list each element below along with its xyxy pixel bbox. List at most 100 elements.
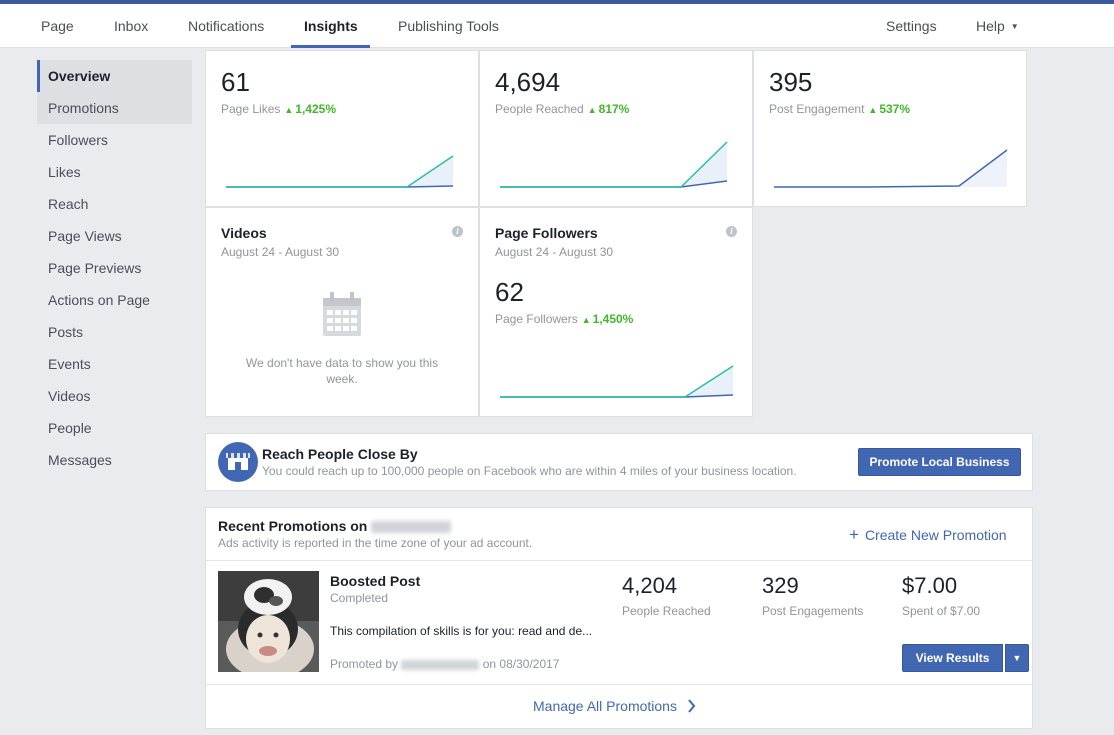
view-results-button[interactable]: View Results bbox=[902, 644, 1003, 672]
recent-promotions-card: Recent Promotions on Ads activity is rep… bbox=[205, 507, 1033, 729]
post-engagement-change-value: 537% bbox=[879, 102, 911, 116]
top-navigation: Page Inbox Notifications Insights Publis… bbox=[0, 4, 1114, 48]
redacted-page-name bbox=[371, 521, 452, 534]
trend-up-icon: ▲ bbox=[868, 105, 878, 115]
stat-post-engagements-label: Post Engagements bbox=[762, 604, 864, 618]
nav-insights[interactable]: Insights bbox=[304, 4, 358, 48]
page-followers-change: ▲ 1,450% bbox=[578, 312, 634, 326]
no-data-message-line1: We don't have data to show you this bbox=[245, 356, 439, 370]
post-type[interactable]: Boosted Post bbox=[330, 573, 420, 589]
redacted-promoter-name bbox=[401, 659, 480, 670]
post-engagement-label-text: Post Engagement bbox=[769, 102, 865, 116]
people-reached-label-text: People Reached bbox=[495, 102, 584, 116]
sidebar-item-reach[interactable]: Reach bbox=[37, 188, 192, 220]
plus-icon: + bbox=[849, 525, 859, 544]
nav-help-label: Help bbox=[976, 18, 1005, 34]
nav-help[interactable]: Help ▼ bbox=[976, 4, 1019, 48]
promotion-status: Completed bbox=[330, 591, 389, 605]
caret-down-icon: ▼ bbox=[1010, 22, 1019, 31]
page-likes-change: ▲ 1,425% bbox=[280, 102, 336, 116]
videos-date-range: August 24 - August 30 bbox=[221, 245, 340, 259]
people-reached-change: ▲ 817% bbox=[584, 102, 630, 116]
calendar-icon bbox=[323, 292, 361, 336]
recent-promotions-title: Recent Promotions on bbox=[218, 518, 368, 534]
stat-post-engagements-value: 329 bbox=[762, 573, 799, 598]
insights-sidebar: Overview Promotions Followers Likes Reac… bbox=[37, 60, 192, 476]
page-followers-title: Page Followers bbox=[495, 225, 598, 241]
promoted-date: on 08/30/2017 bbox=[482, 657, 560, 671]
post-engagement-value: 395 bbox=[769, 67, 813, 97]
sidebar-item-events[interactable]: Events bbox=[37, 348, 192, 380]
page-followers-label-text: Page Followers bbox=[495, 312, 578, 326]
divider bbox=[206, 560, 1032, 561]
sidebar-item-posts[interactable]: Posts bbox=[37, 316, 192, 348]
people-reached-card[interactable]: 4,694 People Reached ▲ 817% bbox=[479, 50, 753, 207]
post-engagement-label: Post Engagement ▲ 537% bbox=[769, 102, 910, 116]
promoted-by-label: Promoted by bbox=[330, 657, 399, 671]
manage-all-promotions-label: Manage All Promotions bbox=[533, 698, 677, 714]
people-reached-sparkline bbox=[500, 141, 728, 188]
post-engagement-card[interactable]: 395 Post Engagement ▲ 537% bbox=[753, 50, 1027, 207]
sidebar-item-page-views[interactable]: Page Views bbox=[37, 220, 192, 252]
no-data-message-line2: week. bbox=[326, 372, 358, 386]
chevron-right-icon bbox=[688, 699, 696, 713]
page-likes-label-text: Page Likes bbox=[221, 102, 281, 116]
people-reached-change-value: 817% bbox=[598, 102, 630, 116]
recent-promotions-heading: Recent Promotions on bbox=[218, 518, 452, 534]
post-excerpt: This compilation of skills is for you: r… bbox=[330, 624, 593, 638]
videos-title: Videos bbox=[221, 225, 267, 241]
people-reached-label: People Reached ▲ 817% bbox=[495, 102, 629, 116]
recent-promotions-subtitle: Ads activity is reported in the time zon… bbox=[218, 536, 533, 550]
page-likes-value: 61 bbox=[221, 67, 250, 97]
trend-up-icon: ▲ bbox=[587, 105, 597, 115]
post-engagement-sparkline bbox=[774, 149, 1008, 188]
sidebar-item-overview[interactable]: Overview bbox=[37, 60, 192, 92]
active-tab-indicator bbox=[291, 45, 370, 48]
sidebar-item-page-previews[interactable]: Page Previews bbox=[37, 252, 192, 284]
local-business-card: Reach People Close By You could reach up… bbox=[205, 433, 1033, 491]
create-new-promotion-link[interactable]: + Create New Promotion bbox=[849, 525, 1007, 545]
sidebar-item-messages[interactable]: Messages bbox=[37, 444, 192, 476]
trend-up-icon: ▲ bbox=[581, 315, 591, 325]
trend-up-icon: ▲ bbox=[284, 105, 294, 115]
post-engagement-change: ▲ 537% bbox=[864, 102, 910, 116]
page-likes-change-value: 1,425% bbox=[295, 102, 336, 116]
stat-people-reached-value: 4,204 bbox=[622, 573, 678, 598]
nav-inbox[interactable]: Inbox bbox=[114, 4, 148, 48]
page-likes-card[interactable]: 61 Page Likes ▲ 1,425% bbox=[205, 50, 479, 207]
divider bbox=[206, 684, 1032, 685]
nav-settings[interactable]: Settings bbox=[886, 4, 937, 48]
sidebar-item-people[interactable]: People bbox=[37, 412, 192, 444]
page-followers-label: Page Followers ▲ 1,450% bbox=[495, 312, 633, 326]
sidebar-item-likes[interactable]: Likes bbox=[37, 156, 192, 188]
storefront-icon bbox=[218, 442, 258, 482]
nav-notifications[interactable]: Notifications bbox=[188, 4, 264, 48]
page-likes-label: Page Likes ▲ 1,425% bbox=[221, 102, 336, 116]
sidebar-item-actions-on-page[interactable]: Actions on Page bbox=[37, 284, 192, 316]
page-followers-change-value: 1,450% bbox=[592, 312, 634, 326]
local-business-description: You could reach up to 100,000 people on … bbox=[262, 464, 797, 478]
videos-card[interactable]: Videos August 24 - August 30 i We don't … bbox=[205, 207, 479, 417]
page-followers-card[interactable]: Page Followers August 24 - August 30 i 6… bbox=[479, 207, 753, 417]
promote-local-business-button[interactable]: Promote Local Business bbox=[858, 448, 1021, 476]
create-new-promotion-label: Create New Promotion bbox=[864, 527, 1007, 543]
caret-down-icon: ▼ bbox=[1012, 653, 1022, 663]
stat-spent-label: Spent of $7.00 bbox=[902, 604, 981, 618]
info-icon[interactable]: i bbox=[726, 226, 737, 237]
page-followers-value: 62 bbox=[495, 277, 524, 307]
nav-publishing-tools[interactable]: Publishing Tools bbox=[398, 4, 499, 48]
post-thumbnail[interactable] bbox=[218, 571, 319, 672]
page-followers-date-range: August 24 - August 30 bbox=[495, 245, 614, 259]
stat-people-reached-label: People Reached bbox=[622, 604, 711, 618]
view-results-dropdown[interactable]: ▼ bbox=[1005, 644, 1029, 672]
sidebar-item-promotions[interactable]: Promotions bbox=[37, 92, 192, 124]
nav-page[interactable]: Page bbox=[41, 4, 74, 48]
sidebar-item-followers[interactable]: Followers bbox=[37, 124, 192, 156]
local-business-title: Reach People Close By bbox=[262, 446, 418, 462]
promoted-by-line: Promoted by on 08/30/2017 bbox=[330, 657, 559, 671]
page-likes-sparkline bbox=[226, 155, 454, 188]
page-followers-sparkline bbox=[500, 365, 734, 398]
manage-all-promotions-link[interactable]: Manage All Promotions bbox=[533, 698, 696, 714]
info-icon[interactable]: i bbox=[452, 226, 463, 237]
sidebar-item-videos[interactable]: Videos bbox=[37, 380, 192, 412]
